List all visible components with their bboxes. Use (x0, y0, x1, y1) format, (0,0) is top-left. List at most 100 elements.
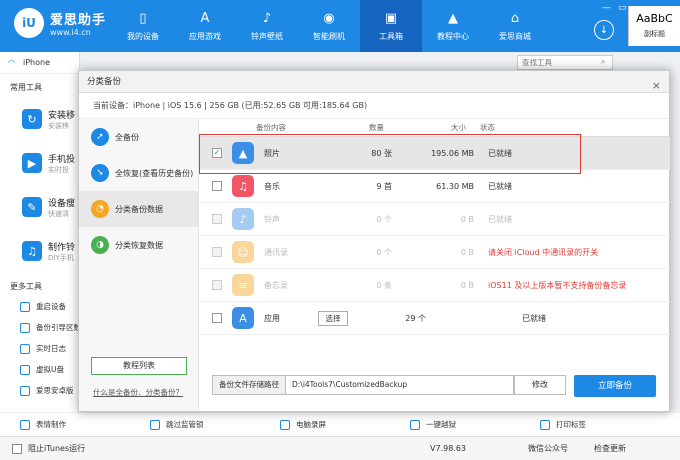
row-checkbox (212, 280, 222, 290)
tutorial-list-button[interactable]: 教程列表 (91, 357, 187, 375)
wifi-icon: ◠ (8, 58, 15, 67)
tool-desc: 快速清 (48, 209, 69, 218)
menu-category-backup[interactable]: ◔ 分类备份数据 (79, 191, 198, 227)
row-status-warning: 请关闭 iCloud 中通讯录的开关 (488, 247, 599, 257)
minimize-icon[interactable]: — (602, 3, 611, 13)
power-icon (20, 301, 30, 312)
nav-apps[interactable]: A 应用游戏 (174, 0, 236, 52)
col-status: 状态 (480, 123, 495, 132)
tool-mirror[interactable]: ▶ 手机投 实时投 (0, 141, 79, 185)
check-update-button[interactable]: 检查更新 (594, 443, 626, 454)
bottom-tool-label: 电脑录屏 (296, 420, 326, 429)
nav-label: 教程中心 (437, 32, 469, 41)
tool-install[interactable]: ↻ 安装移 安装移 (0, 97, 79, 141)
tool-ringtone[interactable]: ♫ 制作铃 DIY手机 (0, 229, 79, 273)
nav-tutorials[interactable]: ▲ 教程中心 (422, 0, 484, 52)
bottom-tool-emoji[interactable]: 表情制作 (20, 419, 130, 430)
bottom-tool-label: 跳过监管锁 (166, 420, 204, 429)
col-size: 大小 (451, 123, 466, 132)
backup-path-field[interactable]: D:\i4Tools7\CustomizedBackup (286, 375, 514, 395)
backup-path-label: 备份文件存储路径 (212, 375, 286, 395)
block-itunes-checkbox[interactable] (12, 443, 22, 454)
row-status: 已就绪 (488, 181, 512, 191)
bottom-tool-item[interactable]: 打印标签 (540, 419, 650, 430)
search-input[interactable] (517, 55, 613, 70)
row-name: 音乐 (264, 181, 280, 191)
modify-path-button[interactable]: 修改 (514, 375, 566, 395)
nav-toolbox[interactable]: ▣ 工具箱 (360, 0, 422, 52)
row-checkbox[interactable] (212, 181, 222, 191)
search-icon[interactable]: ⌕ (601, 57, 605, 67)
logo-url: www.i4.cn (50, 28, 91, 37)
more-tool-item[interactable]: 爱思安卓版 (0, 380, 79, 401)
menu-label: 分类恢复数据 (115, 240, 163, 250)
maximize-icon[interactable]: ▭ (618, 3, 627, 13)
appstore-icon: A (232, 307, 254, 329)
row-music[interactable]: ♫ 音乐 9 首 61.30 MB 已就绪 (200, 170, 670, 203)
bottom-tool-item[interactable]: 一键越狱 (410, 419, 520, 430)
bell-icon: ♪ (262, 10, 272, 26)
word-style-name: 副标题 (644, 30, 665, 38)
category-restore-icon: ◑ (91, 236, 109, 254)
backup-help-link[interactable]: 什么是全备份、分类备份？ (93, 387, 183, 398)
nav-label: 应用游戏 (189, 32, 221, 41)
install-icon: ↻ (22, 109, 42, 129)
bell-icon: ♫ (22, 241, 42, 261)
backup-now-button[interactable]: 立即备份 (574, 375, 656, 397)
word-style-preview: AaBbC 副标题 (628, 6, 680, 46)
wechat-button[interactable]: 微信公众号 (528, 443, 568, 454)
bottom-tool-label: 打印标签 (556, 420, 586, 429)
row-size: 61.30 MB (436, 181, 474, 191)
bottom-tool-item[interactable]: 跳过监管锁 (150, 419, 260, 430)
more-tool-item[interactable]: 虚拟U盘 (0, 359, 79, 380)
nav-label: 智能刷机 (313, 32, 345, 41)
col-name: 备份内容 (256, 123, 286, 132)
row-count: 0 个 (376, 214, 392, 224)
row-name: 应用 (264, 313, 280, 323)
device-info: 当前设备：iPhone | iOS 15.6 | 256 GB (已用:52.6… (79, 93, 669, 119)
notes-icon: ≡ (232, 274, 254, 296)
menu-full-restore[interactable]: ➘ 全恢复(查看历史备份) (79, 155, 198, 191)
row-name: 备忘录 (264, 280, 288, 290)
nav-label: 我的设备 (127, 32, 159, 41)
tool-name: 设备瘦 (48, 198, 76, 209)
row-count: 9 首 (376, 181, 392, 191)
record-icon (280, 419, 290, 430)
more-tool-item[interactable]: 重启设备 (0, 296, 79, 317)
row-count: 0 条 (376, 280, 392, 290)
select-apps-button[interactable]: 选择 (318, 310, 348, 326)
row-checkbox[interactable] (212, 313, 222, 323)
nav-ringtones[interactable]: ♪ 铃声壁纸 (236, 0, 298, 52)
left-sidebar: ◠ iPhone 常用工具 ↻ 安装移 安装移 ▶ 手机投 实时投 ✎ 设备瘦 快速清 ♫ 制… (0, 52, 81, 436)
logo-title: 爱思助手 (50, 13, 107, 28)
menu-category-restore[interactable]: ◑ 分类恢复数据 (79, 227, 198, 263)
nav-my-device[interactable]: ▯ 我的设备 (112, 0, 174, 52)
menu-label: 全备份 (115, 132, 139, 142)
toolbox-icon: ▣ (384, 10, 398, 26)
tool-desc: 实时投 (48, 165, 69, 174)
row-checkbox (212, 247, 222, 257)
nav-label: 工具箱 (379, 32, 403, 41)
more-tool-item[interactable]: 备份引导区数 (0, 317, 81, 338)
download-icon[interactable]: ↓ (594, 20, 614, 40)
store-icon: ⌂ (510, 10, 520, 26)
bottom-tool-item[interactable]: 电脑录屏 (280, 419, 390, 430)
version-label: V7.98.63 (430, 444, 467, 453)
nav-label: 铃声壁纸 (251, 32, 283, 41)
row-apps[interactable]: A 应用 选择 29 个 已就绪 (200, 302, 670, 335)
row-checkbox (212, 214, 222, 224)
nav-store[interactable]: ⌂ 爱思商城 (484, 0, 546, 52)
dialog-title: 分类备份 × (79, 71, 669, 93)
menu-full-backup[interactable]: ➚ 全备份 (79, 119, 198, 155)
tool-clean[interactable]: ✎ 设备瘦 快速清 (0, 185, 79, 229)
device-selector[interactable]: ◠ iPhone (0, 52, 79, 74)
backup-menu: ➚ 全备份 ➘ 全恢复(查看历史备份) ◔ 分类备份数据 ◑ 分类恢复数据 教程列表 什… (79, 119, 199, 411)
row-name: 通讯录 (264, 247, 288, 257)
nav-flash[interactable]: ◉ 智能刷机 (298, 0, 360, 52)
more-tool-item[interactable]: 实时日志 (0, 338, 79, 359)
section-more-tools: 更多工具 (10, 282, 42, 291)
row-status-warning: iOS11 及以上版本暂不支持备份备忘录 (488, 280, 627, 290)
jailbreak-icon (410, 419, 420, 430)
backup-icon (20, 322, 30, 333)
row-count: 29 个 (405, 313, 426, 323)
